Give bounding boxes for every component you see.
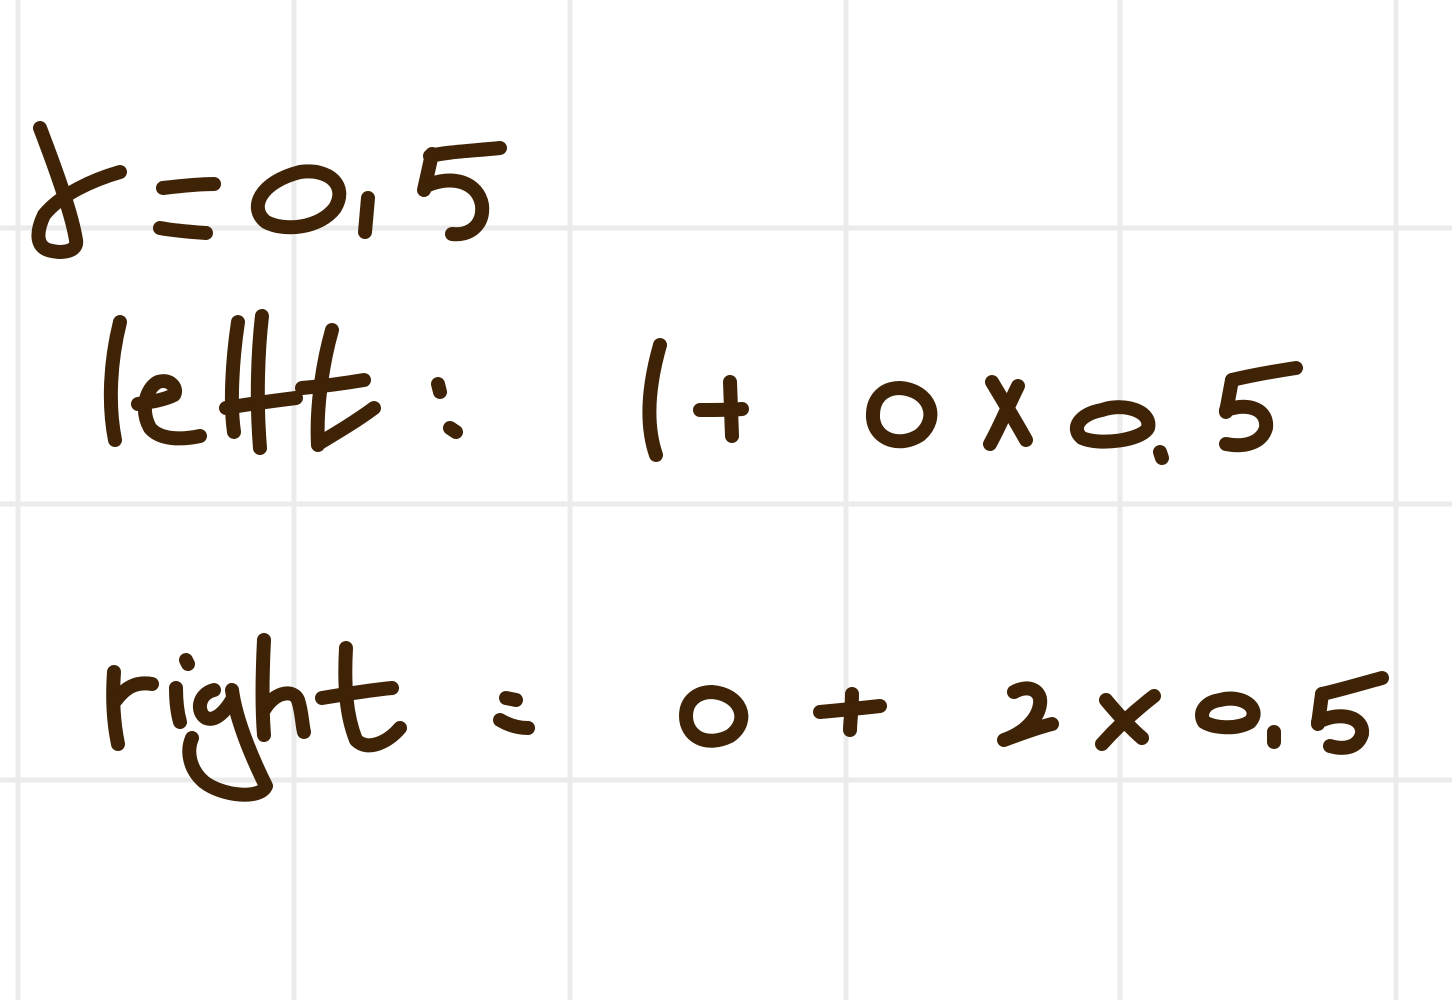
handwritten-notes: γ = 0.5 left : 1 + 0 x 0.5 right: 0 + 2… [31, 121, 1389, 802]
handwritten-line-gamma: γ = 0.5 [31, 121, 507, 259]
handwritten-line-right: right : 0 + 2 x 0.5 [106, 633, 1389, 802]
notes-canvas[interactable]: γ = 0.5 left : 1 + 0 x 0.5 [0, 0, 1452, 1000]
handwritten-line-left: left : 1 + 0 x 0.5 [103, 309, 1303, 465]
